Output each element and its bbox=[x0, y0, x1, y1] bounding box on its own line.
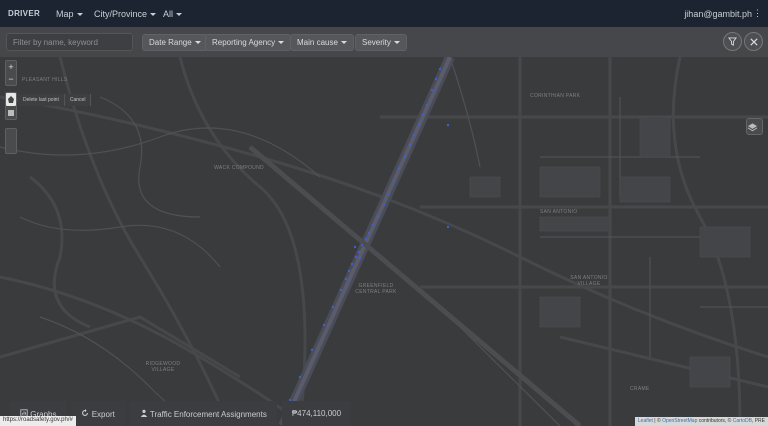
cost-tab-label: ₱474,110,000 bbox=[291, 409, 342, 418]
nav-all-menu[interactable]: All bbox=[163, 9, 183, 19]
cost-tab[interactable]: ₱474,110,000 bbox=[281, 401, 352, 426]
osm-link[interactable]: OpenStreetMap bbox=[662, 418, 697, 424]
export-tab[interactable]: Export bbox=[71, 401, 125, 426]
map-attribution: Leaflet | © OpenStreetMap contributors, … bbox=[634, 417, 768, 426]
zoom-out-button[interactable]: − bbox=[6, 73, 16, 85]
chevron-down-icon bbox=[76, 13, 83, 17]
chevron-down-icon bbox=[150, 13, 157, 17]
kebab-menu-icon[interactable]: ⋮ bbox=[753, 8, 762, 19]
date-range-button[interactable]: Date Range bbox=[142, 34, 208, 51]
traffic-enforcement-tab[interactable]: Traffic Enforcement Assignments bbox=[129, 401, 277, 426]
map-label-corinthian-park: Corinthian Park bbox=[530, 93, 581, 99]
close-icon[interactable] bbox=[744, 32, 763, 51]
nav-all-label: All bbox=[163, 9, 174, 19]
chevron-down-icon bbox=[393, 41, 400, 45]
cancel-draw-button[interactable]: Cancel bbox=[65, 94, 92, 106]
filter-icon[interactable] bbox=[723, 32, 742, 51]
reporting-agency-button[interactable]: Reporting Agency bbox=[205, 34, 292, 51]
nav-city-province-menu[interactable]: City/Province bbox=[94, 9, 157, 19]
map-label-san-antonio-village: San Antonio Village bbox=[570, 275, 608, 287]
export-tab-label: Export bbox=[91, 410, 115, 419]
map-label-ridgewood-village: Ridgewood Village bbox=[145, 361, 181, 373]
polygon-icon bbox=[8, 96, 14, 103]
delete-last-point-button[interactable]: Delete last point bbox=[18, 94, 65, 106]
traffic-enforcement-tab-label: Traffic Enforcement Assignments bbox=[149, 410, 267, 419]
draw-polygon-button[interactable] bbox=[6, 93, 16, 106]
app-brand[interactable]: DRIVER bbox=[8, 9, 40, 18]
layers-icon[interactable] bbox=[746, 118, 763, 135]
date-range-label: Date Range bbox=[149, 38, 192, 47]
map-label-pleasant-hills: Pleasant Hills bbox=[22, 77, 68, 83]
person-icon bbox=[140, 409, 148, 417]
refresh-icon bbox=[82, 409, 89, 416]
leaflet-link[interactable]: Leaflet bbox=[638, 418, 653, 424]
zoom-in-button[interactable]: + bbox=[6, 61, 16, 73]
street-map bbox=[0, 57, 768, 426]
cartodb-link[interactable]: CartoDB bbox=[733, 418, 752, 424]
delete-layers-button[interactable] bbox=[6, 141, 16, 153]
status-url: https://roadsafety.gov.ph/# bbox=[0, 416, 76, 426]
map-label-crame: Crame bbox=[630, 386, 650, 392]
map-label-san-antonio: San Antonio bbox=[540, 209, 578, 215]
nav-map-label: Map bbox=[56, 9, 74, 19]
severity-button[interactable]: Severity bbox=[355, 34, 407, 51]
map-canvas[interactable]: Pleasant Hills Corinthian Park Wack Comp… bbox=[0, 57, 768, 426]
draw-actions-toolbar: Delete last point Cancel bbox=[18, 94, 92, 106]
map-label-greenfield-central-park: Greenfield Central Park bbox=[355, 283, 397, 295]
reporting-agency-label: Reporting Agency bbox=[212, 38, 276, 47]
map-label-wack-compound: Wack Compound bbox=[214, 165, 264, 171]
chevron-down-icon bbox=[278, 41, 285, 45]
main-cause-label: Main cause bbox=[297, 38, 338, 47]
search-input[interactable] bbox=[6, 33, 133, 51]
user-email[interactable]: jihan@gambit.ph bbox=[684, 9, 752, 19]
nav-map-menu[interactable]: Map bbox=[56, 9, 83, 19]
chevron-down-icon bbox=[176, 13, 183, 17]
draw-control bbox=[5, 92, 17, 120]
edit-control bbox=[5, 128, 17, 154]
severity-label: Severity bbox=[362, 38, 391, 47]
chevron-down-icon bbox=[340, 41, 347, 45]
edit-layers-button[interactable] bbox=[6, 129, 16, 141]
rectangle-icon bbox=[8, 110, 14, 116]
filter-bar: Date Range Reporting Agency Main cause S… bbox=[0, 27, 768, 57]
zoom-control: + − bbox=[5, 60, 17, 86]
attribution-tail: , PRE bbox=[751, 418, 765, 424]
chevron-down-icon bbox=[194, 41, 201, 45]
nav-city-province-label: City/Province bbox=[94, 9, 148, 19]
draw-rectangle-button[interactable] bbox=[6, 106, 16, 119]
attribution-separator: | © bbox=[652, 418, 663, 424]
main-cause-button[interactable]: Main cause bbox=[290, 34, 354, 51]
top-navbar: DRIVER Map City/Province All jihan@gambi… bbox=[0, 0, 768, 27]
attribution-middle: contributors, © bbox=[697, 418, 733, 424]
